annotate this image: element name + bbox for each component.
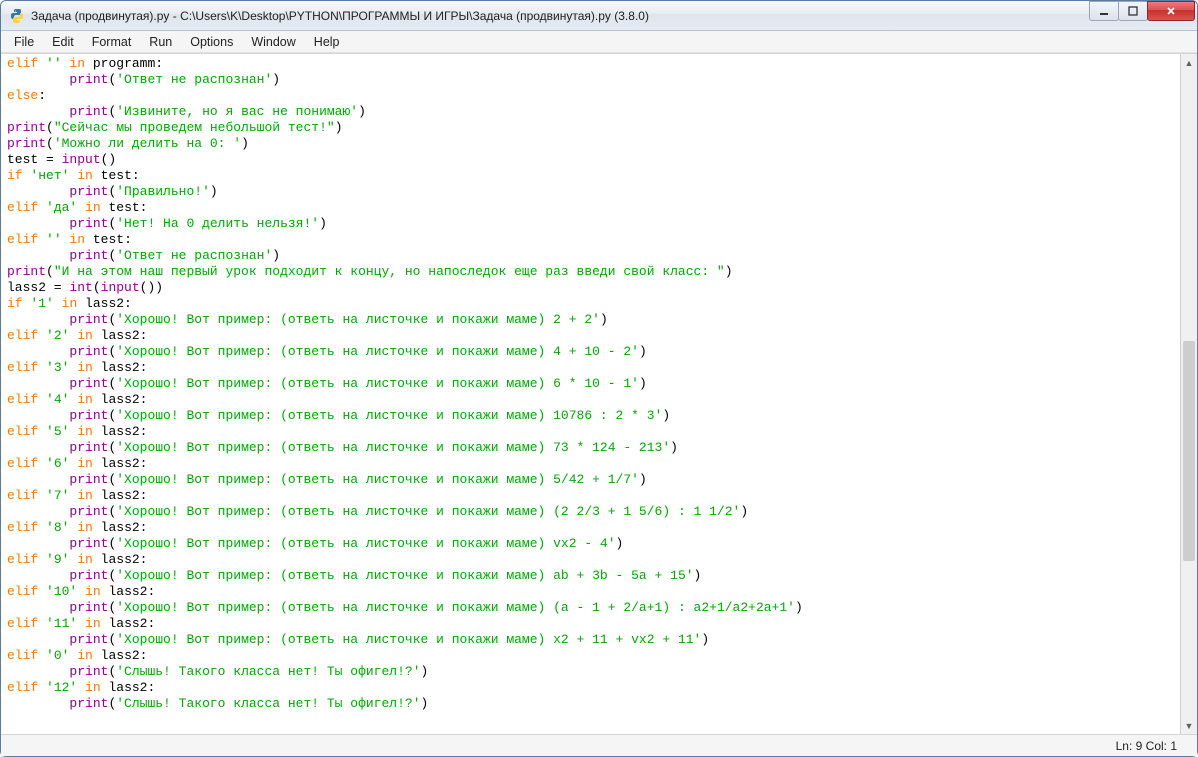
code-line[interactable]: elif '11' in lass2: [7,616,1174,632]
code-line[interactable]: elif '3' in lass2: [7,360,1174,376]
code-line[interactable]: print('Хорошо! Вот пример: (ответь на ли… [7,504,1174,520]
menu-file[interactable]: File [5,33,43,51]
code-line[interactable]: print('Слышь! Такого класса нет! Ты офиг… [7,696,1174,712]
code-line[interactable]: if '1' in lass2: [7,296,1174,312]
code-line[interactable]: elif '12' in lass2: [7,680,1174,696]
code-line[interactable]: elif '' in test: [7,232,1174,248]
code-line[interactable]: elif '0' in lass2: [7,648,1174,664]
code-line[interactable]: elif 'да' in test: [7,200,1174,216]
cursor-position: Ln: 9 Col: 1 [1116,739,1177,753]
editor-container: elif '' in programm: print('Ответ не рас… [1,53,1197,734]
idle-window: Задача (продвинутая).py - C:\Users\K\Des… [0,0,1198,757]
code-line[interactable]: elif '' in programm: [7,56,1174,72]
menubar: File Edit Format Run Options Window Help [1,31,1197,53]
scroll-up-arrow-icon[interactable]: ▲ [1181,54,1197,71]
window-controls [1090,1,1195,21]
code-line[interactable]: print('Слышь! Такого класса нет! Ты офиг… [7,664,1174,680]
code-line[interactable]: print('Хорошо! Вот пример: (ответь на ли… [7,408,1174,424]
menu-window[interactable]: Window [242,33,304,51]
code-line[interactable]: elif '2' in lass2: [7,328,1174,344]
code-line[interactable]: print('Хорошо! Вот пример: (ответь на ли… [7,536,1174,552]
code-line[interactable]: print('Извините, но я вас не понимаю') [7,104,1174,120]
code-line[interactable]: else: [7,88,1174,104]
code-line[interactable]: print('Нет! На 0 делить нельзя!') [7,216,1174,232]
menu-options[interactable]: Options [181,33,242,51]
code-line[interactable]: elif '4' in lass2: [7,392,1174,408]
maximize-button[interactable] [1118,1,1148,21]
code-line[interactable]: print('Хорошо! Вот пример: (ответь на ли… [7,344,1174,360]
code-editor[interactable]: elif '' in programm: print('Ответ не рас… [1,54,1180,734]
code-line[interactable]: elif '10' in lass2: [7,584,1174,600]
code-line[interactable]: print('Ответ не распознан') [7,72,1174,88]
close-button[interactable] [1147,1,1195,21]
menu-help[interactable]: Help [305,33,349,51]
code-line[interactable]: lass2 = int(input()) [7,280,1174,296]
code-line[interactable]: elif '8' in lass2: [7,520,1174,536]
code-line[interactable]: print('Хорошо! Вот пример: (ответь на ли… [7,472,1174,488]
code-line[interactable]: print('Хорошо! Вот пример: (ответь на ли… [7,632,1174,648]
code-line[interactable]: print('Можно ли делить на 0: ') [7,136,1174,152]
window-title: Задача (продвинутая).py - C:\Users\K\Des… [31,9,649,23]
code-line[interactable]: elif '5' in lass2: [7,424,1174,440]
titlebar[interactable]: Задача (продвинутая).py - C:\Users\K\Des… [1,1,1197,31]
code-line[interactable]: test = input() [7,152,1174,168]
scrollbar-track[interactable] [1181,71,1197,717]
code-line[interactable]: print('Хорошо! Вот пример: (ответь на ли… [7,600,1174,616]
menu-run[interactable]: Run [140,33,181,51]
menu-format[interactable]: Format [83,33,141,51]
code-line[interactable]: if 'нет' in test: [7,168,1174,184]
code-line[interactable]: print('Хорошо! Вот пример: (ответь на ли… [7,440,1174,456]
vertical-scrollbar[interactable]: ▲ ▼ [1180,54,1197,734]
scrollbar-thumb[interactable] [1183,341,1195,561]
code-line[interactable]: print('Хорошо! Вот пример: (ответь на ли… [7,568,1174,584]
code-line[interactable]: print("И на этом наш первый урок подходи… [7,264,1174,280]
code-line[interactable]: elif '9' in lass2: [7,552,1174,568]
code-line[interactable]: print("Сейчас мы проведем небольшой тест… [7,120,1174,136]
code-line[interactable]: elif '6' in lass2: [7,456,1174,472]
menu-edit[interactable]: Edit [43,33,83,51]
code-line[interactable]: elif '7' in lass2: [7,488,1174,504]
minimize-button[interactable] [1089,1,1119,21]
code-line[interactable]: print('Ответ не распознан') [7,248,1174,264]
python-icon [9,8,25,24]
code-line[interactable]: print('Хорошо! Вот пример: (ответь на ли… [7,312,1174,328]
code-line[interactable]: print('Хорошо! Вот пример: (ответь на ли… [7,376,1174,392]
statusbar: Ln: 9 Col: 1 [1,734,1197,756]
code-line[interactable]: print('Правильно!') [7,184,1174,200]
scroll-down-arrow-icon[interactable]: ▼ [1181,717,1197,734]
